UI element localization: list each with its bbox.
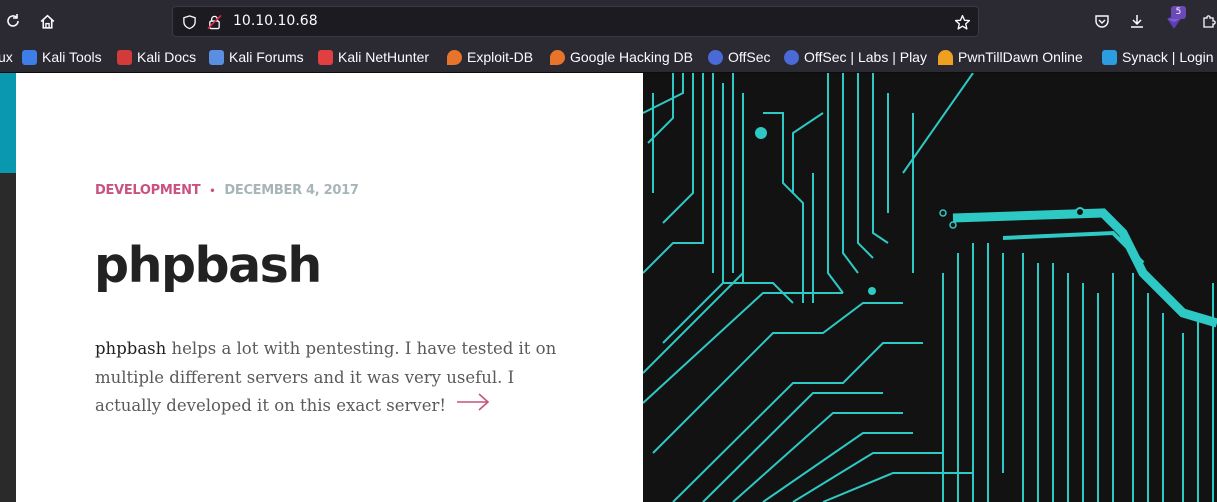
bookmark-label: ux: [0, 49, 13, 65]
bookmark-item[interactable]: Kali NetHunter: [318, 47, 429, 67]
post-excerpt: phpbash helps a lot with pentesting. I h…: [95, 335, 575, 421]
shield-icon[interactable]: [178, 11, 200, 33]
kali-forums-icon: [209, 49, 224, 65]
url-bar[interactable]: 10.10.10.68: [172, 6, 979, 37]
post-date[interactable]: DECEMBER 4, 2017: [224, 183, 359, 198]
arrow-right-icon[interactable]: [456, 392, 490, 421]
kali-nethunter-icon: [318, 49, 333, 65]
extension-badge: 5: [1171, 6, 1186, 19]
circuit-board-image: [643, 73, 1217, 502]
bookmark-item[interactable]: OffSec | Labs | Play: [784, 47, 927, 67]
page-content: DEVELOPMENT • DECEMBER 4, 2017 phpbash php…: [0, 73, 1217, 502]
download-icon[interactable]: [1126, 10, 1148, 32]
previous-card-edge: [0, 73, 16, 173]
bookmark-item[interactable]: Synack | Login: [1102, 47, 1214, 67]
bookmark-label: Kali Forums: [229, 49, 304, 65]
reload-icon[interactable]: [2, 10, 24, 32]
bookmark-label: Kali Docs: [137, 49, 197, 65]
bookmark-label: OffSec | Labs | Play: [804, 49, 927, 65]
bookmark-label: Kali Tools: [42, 49, 102, 65]
bookmark-item[interactable]: Kali Docs: [117, 47, 196, 67]
bookmark-item[interactable]: Kali Forums: [209, 47, 304, 67]
post-category[interactable]: DEVELOPMENT: [95, 183, 201, 198]
bookmark-item[interactable]: PwnTillDawn Online: [938, 47, 1083, 67]
bookmark-label: PwnTillDawn Online: [958, 49, 1083, 65]
meta-separator: •: [209, 186, 216, 197]
pwntilldawn-icon: [938, 49, 953, 65]
pocket-icon[interactable]: [1091, 10, 1113, 32]
bookmark-item[interactable]: Google Hacking DB: [550, 47, 693, 67]
bookmark-label: Google Hacking DB: [570, 49, 693, 65]
bookmark-label: Kali NetHunter: [338, 49, 430, 65]
previous-card-edge-dark: [0, 173, 16, 502]
bookmark-item[interactable]: ux: [0, 47, 13, 67]
bookmarks-bar: ux Kali Tools Kali Docs Kali Forums Kali…: [0, 40, 1217, 73]
url-text[interactable]: 10.10.10.68: [233, 13, 318, 29]
post-featured-image[interactable]: [643, 73, 1217, 502]
bookmark-item[interactable]: Kali Tools: [22, 47, 102, 67]
exploit-db-icon: [447, 49, 462, 65]
bookmark-label: Exploit-DB: [467, 49, 534, 65]
browser-toolbar: 10.10.10.68 5: [0, 0, 1217, 40]
offsec-labs-icon: [784, 49, 799, 65]
synack-icon: [1102, 49, 1117, 65]
kali-docs-icon: [117, 49, 132, 65]
post-card: DEVELOPMENT • DECEMBER 4, 2017 phpbash php…: [16, 73, 643, 502]
excerpt-lead: phpbash: [95, 339, 167, 358]
google-hacking-db-icon: [550, 49, 565, 65]
bookmark-item[interactable]: OffSec: [708, 47, 771, 67]
bookmark-label: Synack | Login: [1122, 49, 1214, 65]
post-meta: DEVELOPMENT • DECEMBER 4, 2017: [95, 183, 359, 198]
bookmark-star-icon[interactable]: [951, 11, 973, 33]
post-title[interactable]: phpbash: [94, 237, 322, 294]
home-icon[interactable]: [36, 10, 58, 32]
puzzle-icon[interactable]: [1198, 10, 1217, 32]
lock-icon[interactable]: [203, 11, 225, 33]
kali-tools-icon: [22, 49, 37, 65]
bookmark-label: OffSec: [728, 49, 771, 65]
offsec-icon: [708, 49, 723, 65]
bookmark-item[interactable]: Exploit-DB: [447, 47, 533, 67]
